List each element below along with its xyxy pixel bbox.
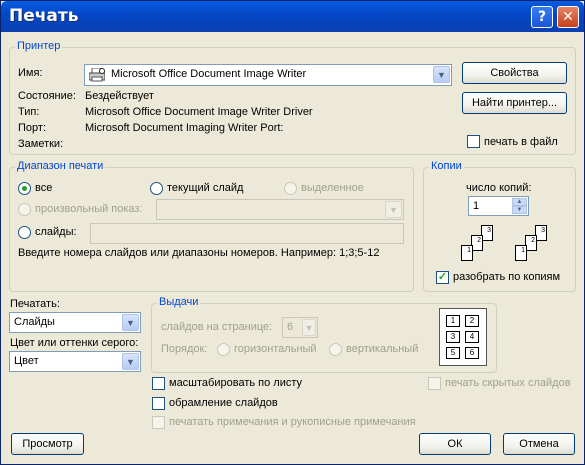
slides-input[interactable] (90, 223, 404, 244)
order-vertical-radio[interactable] (329, 343, 342, 356)
chevron-down-icon[interactable]: ▼ (302, 319, 316, 336)
color-select[interactable]: Цвет ▼ (9, 351, 141, 372)
status-value: Бездействует (85, 90, 154, 102)
print-what-select[interactable]: Слайды ▼ (9, 312, 141, 333)
printer-name-label: Имя: (18, 67, 43, 79)
chevron-down-icon[interactable]: ▼ (122, 314, 139, 331)
notes-label: Заметки: (18, 138, 64, 150)
type-label: Тип: (18, 106, 40, 118)
print-range-legend: Диапазон печати (15, 160, 106, 172)
frame-slides-checkbox[interactable] (152, 397, 165, 410)
ok-button[interactable]: ОК (419, 433, 491, 455)
per-page-select[interactable]: 6 ▼ (282, 317, 318, 338)
printer-name-value: Microsoft Office Document Image Writer (111, 68, 307, 80)
custom-show-select[interactable]: ▼ (156, 199, 404, 220)
order-label: Порядок: (161, 343, 208, 355)
print-what-value: Слайды (14, 316, 55, 328)
scale-to-fit-label[interactable]: масштабировать по листу (169, 377, 302, 389)
chevron-down-icon[interactable]: ▼ (433, 66, 450, 83)
range-hint: Введите номера слайдов или диапазоны ном… (18, 247, 380, 259)
print-to-file-checkbox[interactable] (467, 135, 480, 148)
copies-count-label: число копий: (466, 182, 532, 194)
range-all-label[interactable]: все (35, 182, 52, 194)
copies-count-value[interactable]: 1 (473, 200, 479, 212)
collate-illustration: 3 2 1 3 2 1 (451, 221, 551, 269)
handout-cell: 3 (446, 331, 460, 343)
handout-cell: 6 (465, 347, 479, 359)
range-current-radio[interactable] (150, 182, 163, 195)
frame-slides-label[interactable]: обрамление слайдов (169, 397, 278, 409)
handout-cell: 5 (446, 347, 460, 359)
handout-cell: 4 (465, 331, 479, 343)
order-vertical-label[interactable]: вертикальный (346, 343, 418, 355)
print-dialog: Печать ? ✕ Принтер Имя: Microsoft Office… (0, 0, 585, 465)
help-icon[interactable]: ? (531, 6, 553, 28)
chevron-down-icon[interactable]: ▼ (122, 353, 139, 370)
cancel-button[interactable]: Отмена (503, 433, 575, 455)
type-value: Microsoft Office Document Image Writer D… (85, 106, 313, 118)
print-hidden-label[interactable]: печать скрытых слайдов (445, 377, 571, 389)
copies-count-spinner[interactable]: 1 ▲ ▼ (468, 196, 529, 216)
order-horizontal-radio[interactable] (217, 343, 230, 356)
collate-checkbox[interactable]: ✓ (436, 271, 449, 284)
color-label: Цвет или оттенки серого: (10, 337, 139, 349)
order-horizontal-label[interactable]: горизонтальный (234, 343, 317, 355)
properties-button[interactable]: Свойства (462, 62, 567, 84)
printer-name-select[interactable]: Microsoft Office Document Image Writer ▼ (84, 64, 452, 86)
handouts-legend: Выдачи (157, 296, 201, 308)
collate-page: 1 (461, 245, 473, 261)
collate-page: 1 (515, 245, 527, 261)
port-value: Microsoft Document Imaging Writer Port: (85, 122, 284, 134)
color-value: Цвет (14, 355, 39, 367)
print-to-file-label[interactable]: печать в файл (484, 136, 558, 148)
window-title: Печать (9, 6, 79, 26)
radio-selected-dot (22, 186, 27, 191)
handout-cell: 2 (465, 315, 479, 327)
find-printer-button[interactable]: Найти принтер... (462, 92, 567, 114)
status-label: Состояние: (18, 90, 76, 102)
range-all-radio[interactable] (18, 182, 31, 195)
range-slides-label[interactable]: слайды: (35, 226, 77, 238)
range-selection-radio[interactable] (284, 182, 297, 195)
spinner-down-icon[interactable]: ▼ (512, 206, 527, 214)
handout-cell: 1 (446, 315, 460, 327)
range-selection-label[interactable]: выделенное (301, 182, 364, 194)
title-bar[interactable]: Печать ? ✕ (1, 1, 584, 32)
range-custom-show-radio[interactable] (18, 203, 31, 216)
per-page-label: слайдов на странице: (161, 321, 273, 333)
print-comments-checkbox[interactable] (152, 416, 165, 429)
printer-legend: Принтер (15, 40, 63, 52)
handout-preview: 1 2 3 4 5 6 (439, 308, 487, 366)
print-what-label: Печатать: (10, 298, 60, 310)
print-hidden-checkbox[interactable] (428, 377, 441, 390)
range-current-label[interactable]: текущий слайд (167, 182, 243, 194)
per-page-value: 6 (287, 321, 294, 333)
print-comments-label[interactable]: печатать примечания и рукописные примеча… (169, 416, 416, 428)
collate-label[interactable]: разобрать по копиям (453, 271, 560, 283)
close-icon[interactable]: ✕ (557, 6, 579, 28)
chevron-down-icon[interactable]: ▼ (385, 201, 402, 218)
spinner-up-icon[interactable]: ▲ (512, 198, 527, 206)
preview-button[interactable]: Просмотр (11, 433, 84, 455)
range-slides-radio[interactable] (18, 226, 31, 239)
range-custom-show-label[interactable]: произвольный показ: (35, 203, 143, 215)
copies-legend: Копии (429, 160, 464, 172)
scale-to-fit-checkbox[interactable] (152, 377, 165, 390)
printer-icon (88, 67, 106, 82)
port-label: Порт: (18, 122, 46, 134)
